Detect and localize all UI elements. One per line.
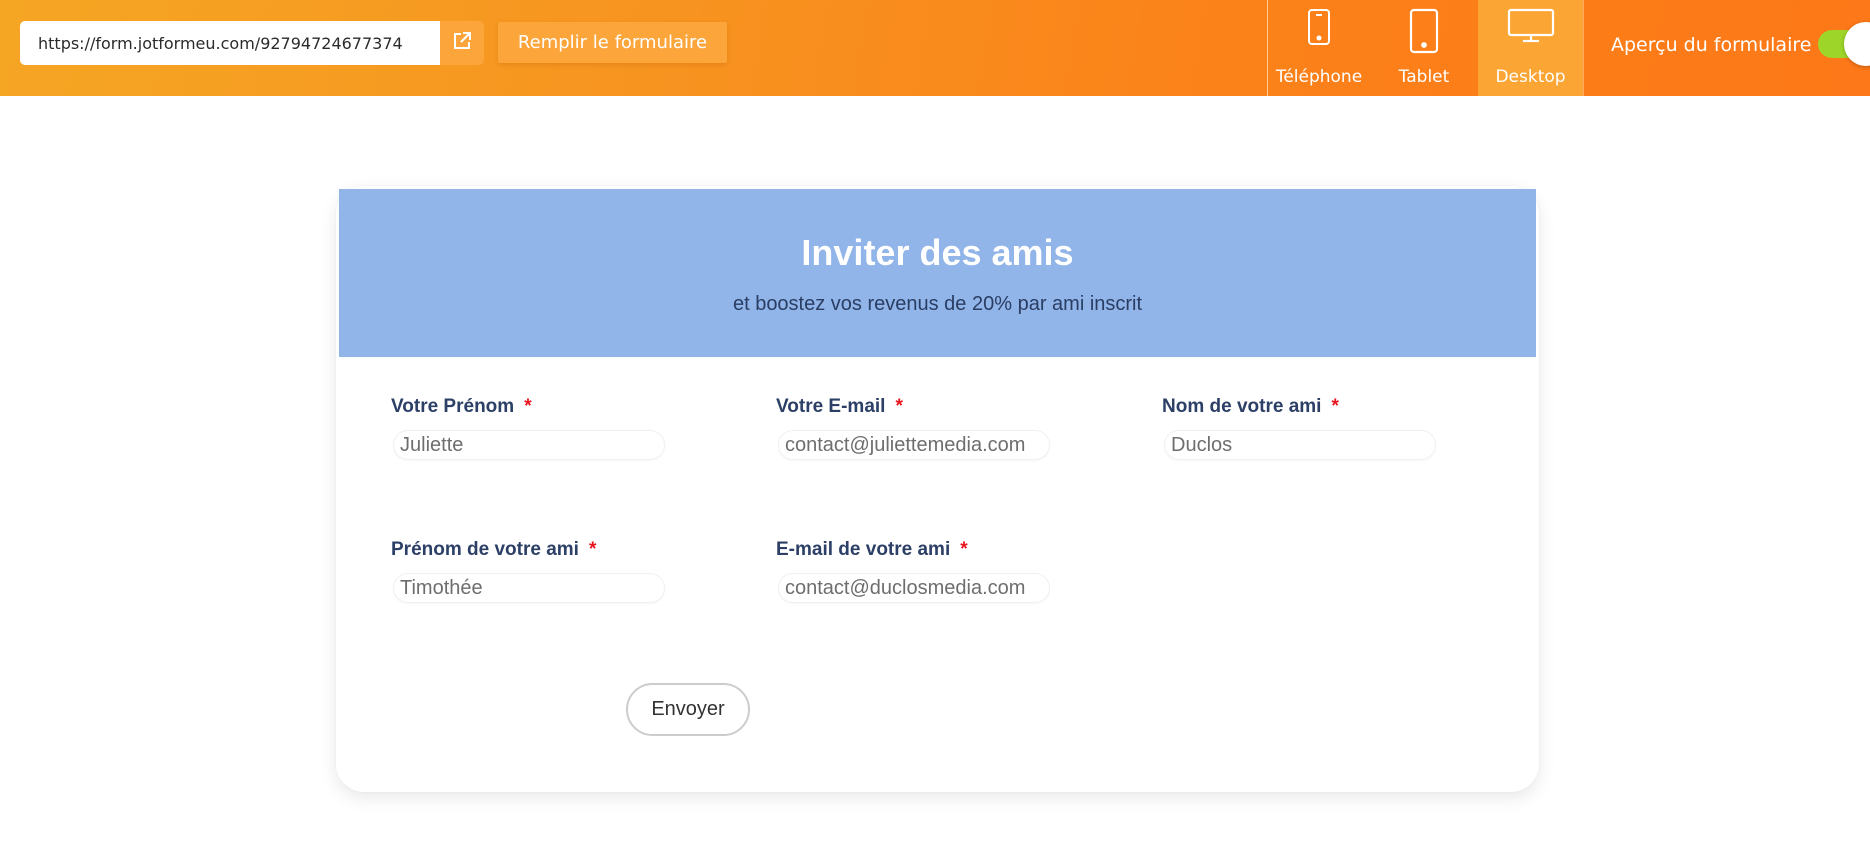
your-email-input[interactable] <box>778 430 1050 460</box>
field-friend-email: E-mail de votre ami * <box>776 539 1050 603</box>
field-your-email: Votre E-mail * <box>776 396 1050 460</box>
form-subtitle: et boostez vos revenus de 20% par ami in… <box>732 293 1143 315</box>
required-marker: * <box>588 539 597 560</box>
required-marker: * <box>524 396 532 417</box>
required-marker: * <box>895 396 903 417</box>
field-label: E-mail de votre ami * <box>776 539 968 560</box>
friend-last-name-input[interactable] <box>1164 430 1436 460</box>
friend-email-input[interactable] <box>778 573 1050 603</box>
field-label: Votre Prénom * <box>391 396 532 417</box>
device-tab-label: Téléphone <box>1275 67 1363 87</box>
device-tab-label: Tablet <box>1398 67 1450 87</box>
field-friend-last-name: Nom de votre ami * <box>1162 396 1436 460</box>
top-toolbar: Remplir le formulaire Téléphone Tablet <box>0 0 1870 96</box>
phone-icon <box>1307 8 1331 51</box>
friend-first-name-input[interactable] <box>393 573 665 603</box>
field-friend-first-name: Prénom de votre ami * <box>391 539 665 603</box>
required-marker: * <box>1331 396 1339 417</box>
device-tab-tablet[interactable]: Tablet <box>1370 0 1478 96</box>
fill-form-button[interactable]: Remplir le formulaire <box>498 22 727 63</box>
field-label: Nom de votre ami * <box>1162 396 1339 417</box>
external-link-icon <box>452 31 472 56</box>
toolbar-divider <box>1583 0 1584 96</box>
field-label: Votre E-mail * <box>776 396 903 417</box>
field-label: Prénom de votre ami * <box>391 539 597 560</box>
device-tab-phone[interactable]: Téléphone <box>1268 0 1370 96</box>
device-tab-label: Desktop <box>1495 67 1566 87</box>
submit-button[interactable]: Envoyer <box>626 683 750 736</box>
form-preview-toggle-knob[interactable] <box>1844 22 1870 66</box>
field-your-first-name: Votre Prénom * <box>391 396 665 460</box>
form-preview-label: Aperçu du formulaire <box>1611 34 1812 56</box>
desktop-icon <box>1507 8 1555 49</box>
tablet-icon <box>1409 8 1439 59</box>
form-url-field[interactable] <box>20 21 440 65</box>
open-external-link-button[interactable] <box>440 21 484 65</box>
required-marker: * <box>960 539 968 560</box>
your-first-name-input[interactable] <box>393 430 665 460</box>
device-tab-desktop[interactable]: Desktop <box>1478 0 1583 96</box>
form-title: Inviter des amis <box>801 232 1074 273</box>
